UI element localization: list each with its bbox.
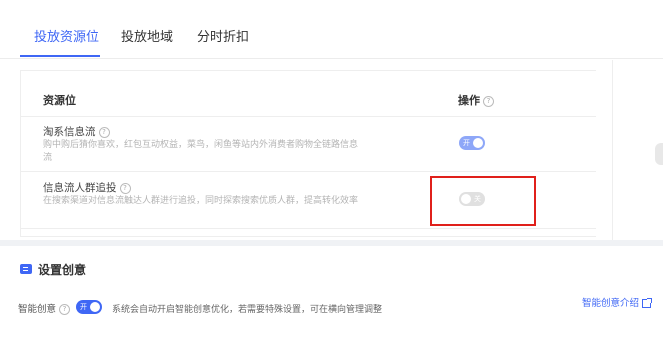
tab-region[interactable]: 投放地域 (121, 26, 173, 45)
tab-resource-position[interactable]: 投放资源位 (34, 26, 99, 45)
toggle-taoxi-feed[interactable]: 开 (459, 136, 485, 150)
help-icon[interactable]: ? (98, 126, 110, 138)
active-tab-indicator (20, 55, 100, 57)
tab-divider (0, 58, 663, 59)
section-title: 设置创意 (38, 263, 87, 277)
row-divider (21, 116, 596, 117)
help-icon[interactable]: ? (483, 95, 494, 107)
toggle-smart-creative[interactable]: 开 (76, 300, 102, 314)
help-icon[interactable]: ? (59, 304, 71, 315)
panel-divider (612, 60, 613, 240)
row-divider (21, 228, 596, 229)
row-title: 信息流人群追投? (43, 180, 131, 195)
smart-creative-description: 系统会自动开启智能创意优化，若需要特殊设置，可在横向管理调整 (112, 305, 383, 315)
help-icon[interactable]: ? (119, 182, 131, 194)
row-divider (21, 171, 596, 172)
toggle-knob (90, 302, 100, 312)
smart-creative-label: 智能创意? (18, 301, 71, 315)
creative-settings-card: 设置创意 智能创意? 开 系统会自动开启智能创意优化，若需要特殊设置，可在横向管… (0, 246, 663, 338)
smart-creative-intro-link[interactable]: 智能创意介绍 (582, 295, 653, 309)
row-title-text: 信息流人群追投 (43, 182, 117, 194)
row-title: 淘系信息流? (43, 124, 110, 139)
side-drawer-handle[interactable] (655, 143, 663, 165)
column-header-resource: 资源位 (43, 94, 76, 107)
column-header-operation: 操作? (458, 92, 494, 108)
creative-section-icon (20, 264, 32, 274)
smart-creative-intro-link-text: 智能创意介绍 (582, 298, 640, 309)
tab-time-discount[interactable]: 分时折扣 (197, 26, 249, 45)
toggle-label: 开 (80, 303, 87, 311)
external-link-icon (642, 298, 653, 308)
toggle-label: 开 (463, 139, 470, 147)
column-header-operation-label: 操作 (458, 94, 480, 107)
toggle-knob (473, 138, 483, 148)
highlight-annotation-box (430, 176, 536, 226)
row-title-text: 淘系信息流 (43, 126, 96, 138)
smart-creative-label-text: 智能创意 (18, 304, 57, 315)
row-description: 在搜索渠道对信息流触达人群进行追投，同时探索搜索优质人群，提高转化效率 (43, 196, 359, 206)
resource-settings-card: 投放资源位 投放地域 分时折扣 资源位 操作? 淘系信息流? 购中购后猜你喜欢，… (0, 0, 663, 240)
row-description: 购中购后猜你喜欢，红包互动权益，菜鸟，闲鱼等站内外消费者购物全链路信息流 (43, 140, 359, 163)
